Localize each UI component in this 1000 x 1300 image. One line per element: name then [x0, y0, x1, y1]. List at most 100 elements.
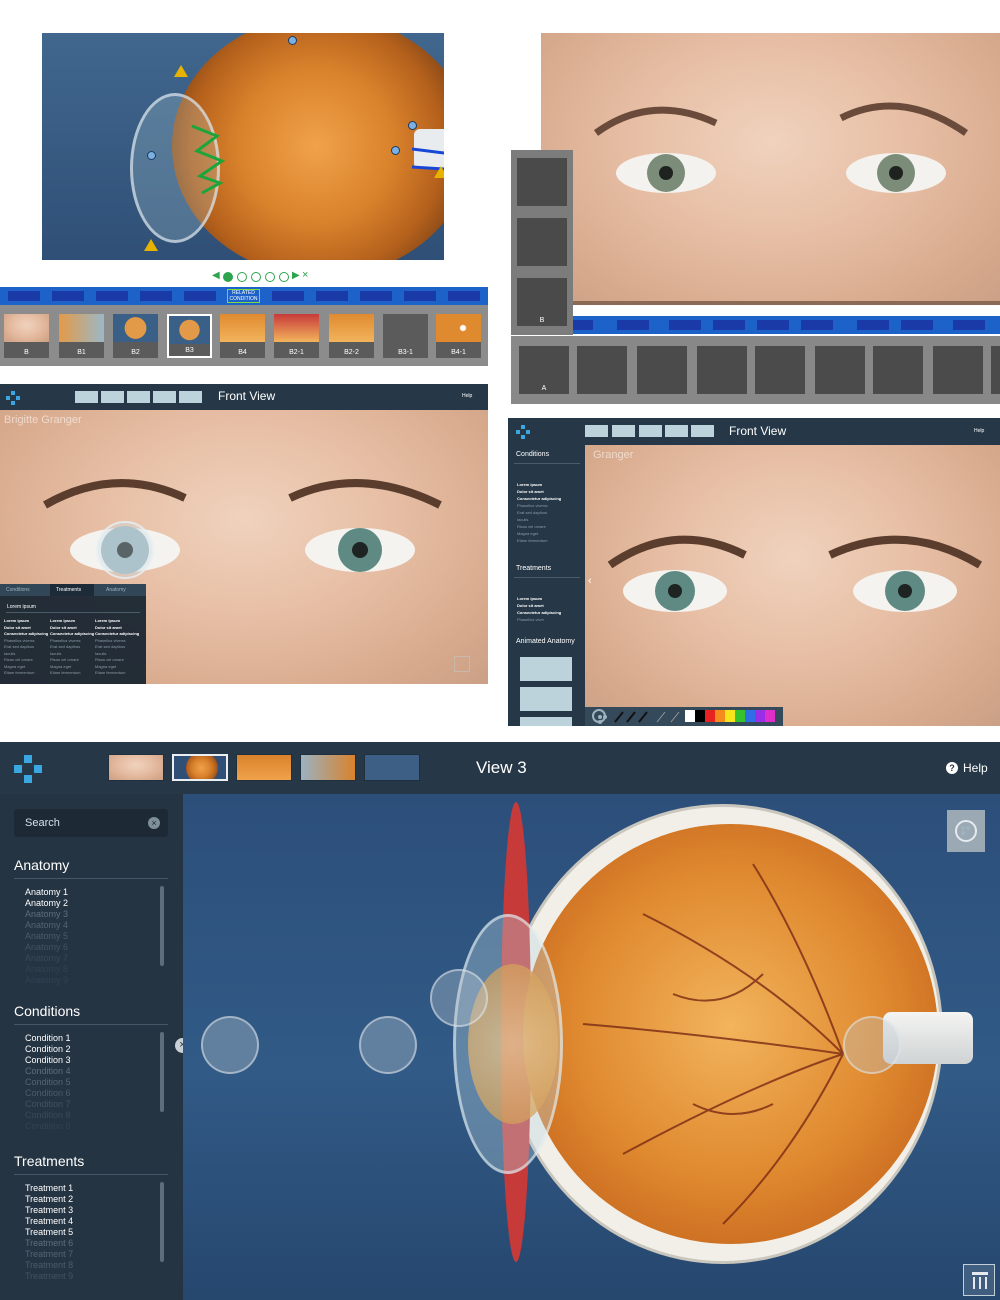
- hotspot-pin[interactable]: [147, 151, 156, 160]
- pager-dot[interactable]: [251, 272, 261, 282]
- thumb[interactable]: [815, 346, 865, 394]
- list-item[interactable]: Etiam fermentum: [517, 537, 561, 544]
- view-thumb-lens[interactable]: [300, 754, 356, 781]
- hotspot-pin[interactable]: [288, 36, 297, 45]
- related-condition-button[interactable]: RELATED CONDITION: [227, 289, 260, 303]
- hotspot-pin[interactable]: [408, 121, 417, 130]
- menu-item[interactable]: Etiam fermentum: [4, 670, 48, 677]
- list-item[interactable]: Phasellus viver: [517, 616, 561, 623]
- palette-icon[interactable]: [592, 709, 606, 723]
- thumb-b2[interactable]: B2: [113, 314, 158, 358]
- library-icon[interactable]: [454, 656, 470, 672]
- list-item[interactable]: Lorem ipsum: [517, 481, 561, 488]
- pager-next-icon[interactable]: ▶: [292, 270, 300, 281]
- color-swatch[interactable]: [735, 710, 745, 722]
- menu-item[interactable]: Consectetur adipiscing: [50, 631, 94, 638]
- side-thumb-b[interactable]: B: [517, 278, 567, 326]
- menu-item[interactable]: Etiam fermentum: [50, 670, 94, 677]
- warning-icon[interactable]: [144, 239, 158, 251]
- tab-anatomy[interactable]: Anatomy: [106, 587, 126, 593]
- color-swatch[interactable]: [765, 710, 775, 722]
- menu-item[interactable]: Consectetur adipiscing: [95, 631, 139, 638]
- list-item[interactable]: Condition 4: [25, 1066, 71, 1077]
- hotspot-pin[interactable]: [391, 146, 400, 155]
- list-item[interactable]: Erat sed dapibus: [517, 509, 561, 516]
- color-swatch[interactable]: [725, 710, 735, 722]
- pager-dot[interactable]: [279, 272, 289, 282]
- view-button[interactable]: [585, 425, 608, 437]
- view-thumb-section[interactable]: [236, 754, 292, 781]
- help-link[interactable]: Help: [462, 393, 472, 399]
- help-link[interactable]: Help: [963, 761, 988, 775]
- list-item[interactable]: Condition 1: [25, 1033, 71, 1044]
- pager-dot[interactable]: [237, 272, 247, 282]
- thumb[interactable]: [697, 346, 747, 394]
- color-swatch[interactable]: [745, 710, 755, 722]
- menu-item[interactable]: Etiam fermentum: [95, 670, 139, 677]
- hotspot[interactable]: [201, 1016, 259, 1074]
- thumb[interactable]: [933, 346, 983, 394]
- list-item[interactable]: Iaculis: [517, 516, 561, 523]
- thumb-b2-2[interactable]: B2-2: [329, 314, 374, 358]
- warning-icon[interactable]: [174, 65, 188, 77]
- palette-button[interactable]: [947, 810, 985, 852]
- color-swatch[interactable]: [755, 710, 765, 722]
- animation-thumb[interactable]: [520, 687, 572, 711]
- view-thumb-front[interactable]: [108, 754, 164, 781]
- search-input[interactable]: Search: [25, 817, 60, 829]
- color-swatch[interactable]: [715, 710, 725, 722]
- thumb-a[interactable]: A: [519, 346, 569, 394]
- list-item[interactable]: Treatment 8: [25, 1260, 73, 1271]
- list-item[interactable]: Consectetur adipiscing: [517, 609, 561, 616]
- list-item[interactable]: Treatment 9: [25, 1271, 73, 1282]
- list-item[interactable]: Condition 7: [25, 1099, 71, 1110]
- pager-close-icon[interactable]: ×: [302, 269, 308, 281]
- list-item[interactable]: Anatomy 5: [25, 931, 68, 942]
- thumb[interactable]: [873, 346, 923, 394]
- search-field[interactable]: Search ×: [14, 809, 168, 837]
- view-thumb-eyeball-selected[interactable]: [172, 754, 228, 781]
- tab-treatments[interactable]: Treatments: [56, 587, 81, 593]
- warning-icon[interactable]: [434, 166, 444, 178]
- list-item[interactable]: Treatment 3: [25, 1205, 73, 1216]
- view-thumb-structure[interactable]: [364, 754, 420, 781]
- color-swatch[interactable]: [685, 710, 695, 722]
- view-button[interactable]: [179, 391, 202, 403]
- help-icon[interactable]: ?: [946, 762, 958, 774]
- pager-prev-icon[interactable]: ◀: [212, 270, 220, 281]
- list-item[interactable]: Magna eget: [517, 530, 561, 537]
- view-button[interactable]: [612, 425, 635, 437]
- thumb-b2-1[interactable]: B2-1: [274, 314, 319, 358]
- list-item[interactable]: Anatomy 9: [25, 975, 68, 986]
- clear-icon[interactable]: ×: [148, 817, 160, 829]
- menu-item[interactable]: Consectetur adipiscing: [4, 631, 48, 638]
- list-item[interactable]: Condition 6: [25, 1088, 71, 1099]
- pager-dot[interactable]: [265, 272, 275, 282]
- list-item[interactable]: Anatomy 4: [25, 920, 68, 931]
- hotspot[interactable]: [359, 1016, 417, 1074]
- view-button[interactable]: [665, 425, 688, 437]
- list-item[interactable]: Anatomy 8: [25, 964, 68, 975]
- list-item[interactable]: Condition 8: [25, 1110, 71, 1121]
- list-item[interactable]: Treatment 4: [25, 1216, 73, 1227]
- library-icon[interactable]: [963, 1264, 995, 1296]
- thumb-b[interactable]: B: [4, 314, 49, 358]
- anatomy-scrollbar[interactable]: [160, 886, 164, 966]
- list-item[interactable]: Anatomy 1: [25, 887, 68, 898]
- collapse-icon[interactable]: ‹: [588, 575, 592, 587]
- thumb-b4-1[interactable]: B4-1: [436, 314, 481, 358]
- help-link[interactable]: Help: [974, 428, 984, 434]
- list-item[interactable]: Treatment 1: [25, 1183, 73, 1194]
- side-thumb[interactable]: [517, 218, 567, 266]
- view-button[interactable]: [101, 391, 124, 403]
- list-item[interactable]: Condition 9: [25, 1121, 71, 1132]
- view-button[interactable]: [127, 391, 150, 403]
- thumb-b3-1[interactable]: B3-1: [383, 314, 428, 358]
- list-item[interactable]: Treatment 2: [25, 1194, 73, 1205]
- list-item[interactable]: Condition 5: [25, 1077, 71, 1088]
- animation-thumb[interactable]: [520, 657, 572, 681]
- list-item[interactable]: Consectetur adipiscing: [517, 495, 561, 502]
- list-item[interactable]: Treatment 6: [25, 1238, 73, 1249]
- hotspot[interactable]: [430, 969, 488, 1027]
- list-item[interactable]: Condition 2: [25, 1044, 71, 1055]
